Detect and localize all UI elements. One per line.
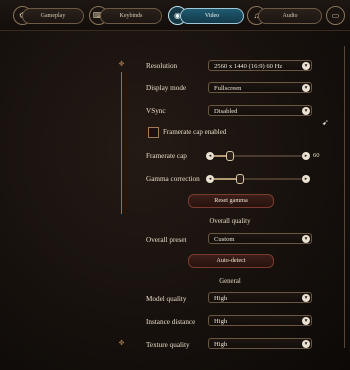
general-heading: General [219,278,241,285]
top-tab-bar: ⚙ Gameplay ⌨ Keybinds ◉ Video ♫ Audio ▭ [0,0,350,31]
vsync-select[interactable]: Disabled ▾ [208,105,312,116]
chevron-down-icon: ▾ [302,62,310,70]
slider-left-icon[interactable]: ◂ [206,152,214,160]
monitor-icon-glyph: ▭ [331,11,340,20]
slider-thumb[interactable] [226,151,234,161]
scrollbar-track[interactable] [121,72,122,214]
display-mode-select[interactable]: Fullscreen ▾ [208,82,312,93]
overall-quality-heading: Overall quality [209,218,251,225]
chevron-down-icon: ▾ [302,340,310,348]
resolution-value: 2560 x 1440 (16:9) 60 Hz [214,63,283,70]
chevron-down-icon: ▾ [302,84,310,92]
tab-gameplay[interactable]: Gameplay [22,8,84,24]
cursor-icon: ➹ [322,118,329,127]
scroll-bottom-glyph: ✥ [118,339,125,347]
framerate-cap-enabled-label: Framerate cap enabled [163,128,227,136]
reset-gamma-button[interactable]: Reset gamma [188,194,274,208]
slider-right-icon[interactable]: ▸ [302,152,310,160]
auto-detect-button[interactable]: Auto-detect [188,254,274,268]
tab-video[interactable]: Video [180,8,244,24]
overall-preset-select[interactable]: Custom ▾ [208,233,312,244]
model-quality-value: High [214,295,228,302]
framerate-cap-label: Framerate cap [146,152,187,160]
model-quality-select[interactable]: High ▾ [208,292,312,303]
framerate-cap-checkbox[interactable] [148,127,159,138]
texture-quality-label: Texture quality [146,341,190,349]
instance-distance-select[interactable]: High ▾ [208,315,312,326]
texture-quality-select[interactable]: High ▾ [208,338,312,349]
gamma-correction-label: Gamma correction [146,175,200,183]
vsync-label: VSync [146,107,166,115]
display-mode-label: Display mode [146,84,187,92]
tab-keybinds-label: Keybinds [119,13,143,19]
chevron-down-icon: ▾ [302,294,310,302]
scroll-bottom-icon[interactable]: ✥ [117,339,126,348]
right-frame-border [344,46,348,348]
model-quality-label: Model quality [146,295,187,303]
framerate-cap-slider[interactable]: ◂ ▸ [206,151,310,161]
vsync-value: Disabled [214,108,238,115]
overall-preset-label: Overall preset [146,236,187,244]
overall-preset-value: Custom [214,236,235,243]
resolution-select[interactable]: 2560 x 1440 (16:9) 60 Hz ▾ [208,60,312,71]
framerate-cap-value: 60 [313,152,320,159]
chevron-down-icon: ▾ [302,107,310,115]
gamma-correction-slider[interactable]: ◂ ▸ [206,174,310,184]
tab-audio-label: Audio [282,13,298,19]
chevron-down-icon: ▾ [302,235,310,243]
tab-audio[interactable]: Audio [258,8,322,24]
texture-quality-value: High [214,341,228,348]
tab-gameplay-label: Gameplay [40,13,66,19]
resolution-label: Resolution [146,62,178,70]
slider-thumb[interactable] [236,174,245,184]
chevron-down-icon: ▾ [302,317,310,325]
display-mode-value: Fullscreen [214,85,242,92]
tab-video-label: Video [204,13,220,19]
scroll-top-icon[interactable]: ✥ [117,60,126,69]
slider-left-icon[interactable]: ◂ [206,175,214,183]
monitor-icon[interactable]: ▭ [326,6,345,25]
scroll-top-glyph: ✥ [118,60,125,68]
slider-right-icon[interactable]: ▸ [302,175,310,183]
tab-keybinds[interactable]: Keybinds [100,8,162,24]
instance-distance-value: High [214,318,228,325]
instance-distance-label: Instance distance [146,318,196,326]
